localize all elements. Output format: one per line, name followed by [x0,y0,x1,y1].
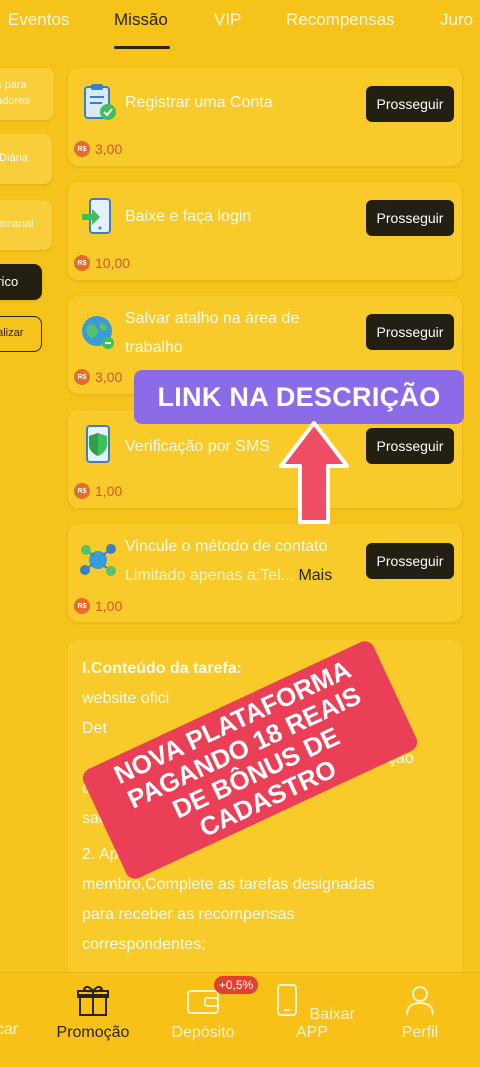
reward-amount: 1,00 [95,483,123,499]
top-tab-bar: Eventos Missão VIP Recompensas Juro [0,0,480,56]
sidebar-item-historico[interactable]: órico [0,264,42,300]
user-icon [406,986,434,1016]
task-reward: R$ 1,00 [74,483,122,499]
gift-icon [77,985,109,1016]
task-title: Vincule o método de contato [125,538,328,555]
task-reward: R$ 3,00 [74,369,122,385]
tab-missao[interactable]: Missão [114,10,168,30]
task-reward: R$ 1,00 [74,598,122,614]
deposit-bonus-badge: +0,5% [214,976,258,994]
nav-item-perfil[interactable]: Perfil [384,983,456,1042]
nav-item-partial[interactable]: car [0,1021,22,1039]
content-line: para receber as recompensas [82,906,295,923]
task-card-download: Baixe e faça login Prosseguir R$ 10,00 [68,182,462,280]
nav-label: Baixar APP [295,1006,355,1041]
content-line: correspondentes; [82,936,206,953]
tab-juro[interactable]: Juro [440,10,473,30]
prosseguir-button[interactable]: Prosseguir [366,314,454,350]
coin-icon: R$ [74,598,90,614]
coin-icon: R$ [74,255,90,271]
task-title: Baixe e faça login [125,208,252,225]
phone-login-icon [82,198,111,234]
sidebar-item-jogadores[interactable]: os para gadores [0,68,54,120]
phone-icon [277,984,298,1016]
reward-amount: 1,00 [95,598,123,614]
active-tab-indicator [114,46,170,49]
prosseguir-button[interactable]: Prosseguir [366,428,454,464]
globe-shortcut-icon [82,316,114,349]
nav-item-promocao[interactable]: Promoção [50,983,136,1042]
content-heading: I.Conteúdo da tarefa: [82,660,243,677]
task-subtitle: Limitado apenas a:Tel... Mais [125,567,332,585]
sidebar-item-label: Semanal [0,218,34,231]
clipboard-check-icon [84,84,116,120]
link-description-banner: LINK NA DESCRIÇÃO [134,370,464,424]
sidebar-item-label: ualizar [0,327,24,340]
task-title: Salvar atalho na área de trabalho [125,310,300,356]
nav-label: Depósito [171,1024,235,1041]
task-limit-text: Limitado apenas a:Tel... [125,567,294,584]
task-title: Registrar uma Conta [125,94,273,111]
task-card-register: Registrar uma Conta Prosseguir R$ 3,00 [68,68,462,166]
task-reward: R$ 10,00 [74,255,130,271]
more-link[interactable]: Mais [298,567,332,584]
reward-amount: 3,00 [95,141,123,157]
sidebar-item-label: o Diária [0,152,28,165]
nav-label: Perfil [401,1024,439,1041]
task-card-sms: Verificação por SMS Prosseguir R$ 1,00 [68,410,462,508]
coin-icon: R$ [74,369,90,385]
tab-eventos[interactable]: Eventos [8,10,69,30]
coin-icon: R$ [74,141,90,157]
arrow-up-icon [279,421,349,524]
task-card-contact: Vincule o método de contato Limitado ape… [68,524,462,622]
coin-icon: R$ [74,483,90,499]
prosseguir-button[interactable]: Prosseguir [366,200,454,236]
reward-amount: 3,00 [95,369,123,385]
tab-recompensas[interactable]: Recompensas [286,10,395,30]
sidebar-item-label: órico [0,273,19,289]
contact-network-icon [80,544,116,576]
sidebar-item-diaria[interactable]: o Diária [0,134,52,184]
prosseguir-button[interactable]: Prosseguir [366,86,454,122]
sidebar-item-label: os para gadores [0,79,30,107]
sidebar-item-semanal[interactable]: Semanal [0,200,52,250]
nav-label: car [0,1021,19,1038]
tab-vip[interactable]: VIP [214,10,241,30]
shield-phone-icon [86,425,110,463]
reward-amount: 10,00 [95,255,131,271]
nav-label: Promoção [56,1024,130,1041]
prosseguir-button[interactable]: Prosseguir [366,543,454,579]
sidebar-item-atualizar[interactable]: ualizar [0,316,42,352]
nav-item-baixar-app[interactable]: Baixar APP [264,983,360,1042]
task-reward: R$ 3,00 [74,141,122,157]
